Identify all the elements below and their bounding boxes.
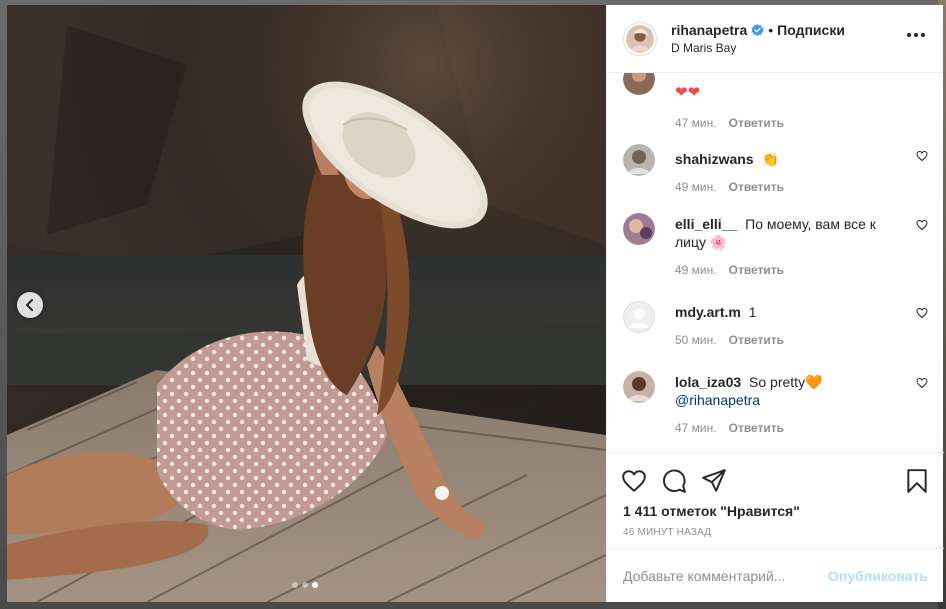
comment-meta: 49 мин. Ответить — [675, 263, 928, 277]
more-icon[interactable] — [907, 33, 925, 37]
header-text: rihanapetra • Подписки D Maris Bay — [671, 22, 845, 55]
author-avatar[interactable] — [623, 21, 657, 56]
comment-text: elli_elli__ По моему, вам все к лицу 🌸 — [675, 213, 895, 251]
chevron-left-icon — [26, 299, 33, 311]
comment-item: shahizwans 👏 49 мин. Ответить — [623, 144, 928, 194]
post-actions: 1 411 отметок "Нравится" 46 МИНУТ НАЗАД … — [607, 452, 944, 602]
comment-input[interactable] — [623, 567, 829, 584]
commenter-avatar[interactable] — [623, 371, 655, 403]
comment-time: 47 мин. — [675, 421, 717, 435]
comment-composer: Опубликовать — [607, 548, 944, 602]
comment-mention-link[interactable]: @rihanapetra — [675, 392, 760, 408]
slide-dot-active — [312, 582, 318, 588]
commenter-avatar[interactable] — [623, 73, 655, 95]
comment-item: elli_elli__ По моему, вам все к лицу 🌸 4… — [623, 213, 928, 277]
reply-button[interactable]: Ответить — [729, 421, 784, 435]
comment-meta: 49 мин. Ответить — [675, 180, 928, 194]
post-modal: rihanapetra • Подписки D Maris Bay ❤❤ 47… — [7, 5, 944, 602]
commenter-avatar[interactable] — [623, 144, 655, 176]
comment-username[interactable]: lola_iza03 — [675, 374, 741, 390]
comment-time: 49 мин. — [675, 180, 717, 194]
publish-comment-button[interactable]: Опубликовать — [828, 568, 928, 584]
comment-content: 1 — [748, 304, 757, 320]
comment-content: So pretty🧡 — [749, 374, 823, 390]
reply-button[interactable]: Ответить — [729, 263, 784, 277]
share-icon[interactable] — [701, 468, 727, 494]
post-header: rihanapetra • Подписки D Maris Bay — [607, 5, 943, 73]
heart-icon[interactable] — [621, 468, 647, 494]
slide-indicator — [292, 582, 318, 588]
reply-button[interactable]: Ответить — [729, 116, 784, 130]
post-location[interactable]: D Maris Bay — [671, 41, 845, 55]
comment-meta: 47 мин. Ответить — [675, 116, 928, 130]
like-comment-heart-icon[interactable] — [916, 150, 928, 162]
header-separator: • — [768, 22, 774, 38]
comment-item: ❤❤ 47 мин. Ответить — [623, 73, 928, 130]
bookmark-icon[interactable] — [904, 468, 930, 494]
author-username[interactable]: rihanapetra — [671, 22, 747, 38]
comment-meta: 50 мин. Ответить — [675, 333, 928, 347]
comment-time: 50 мин. — [675, 333, 717, 347]
comment-icon[interactable] — [661, 468, 687, 494]
verified-badge-icon — [751, 23, 764, 36]
like-comment-heart-icon[interactable] — [916, 377, 928, 389]
comment-text: mdy.art.m 1 — [675, 301, 895, 321]
comment-time: 49 мин. — [675, 263, 717, 277]
comment-time: 47 мин. — [675, 116, 717, 130]
like-comment-heart-icon[interactable] — [916, 219, 928, 231]
comment-username[interactable]: mdy.art.m — [675, 304, 741, 320]
comment-item: mdy.art.m 1 50 мин. Ответить — [623, 301, 928, 347]
comment-text: shahizwans 👏 — [675, 144, 895, 168]
default-avatar[interactable] — [623, 301, 655, 333]
comments-list[interactable]: ❤❤ 47 мин. Ответить shahizwans 👏 49 мин.… — [607, 73, 943, 452]
post-timestamp[interactable]: 46 МИНУТ НАЗАД — [607, 519, 944, 538]
comment-username[interactable]: shahizwans — [675, 151, 754, 167]
post-sidebar: rihanapetra • Подписки D Maris Bay ❤❤ 47… — [606, 5, 944, 602]
comment-hearts: ❤❤ — [675, 84, 701, 101]
comment-text: lola_iza03 So pretty🧡 @rihanapetra — [675, 371, 895, 409]
slide-dot — [302, 582, 308, 588]
author-avatar-image — [626, 24, 654, 53]
slide-dot — [292, 582, 298, 588]
comment-meta: 47 мин. Ответить — [675, 421, 928, 435]
commenter-avatar[interactable] — [623, 213, 655, 245]
reply-button[interactable]: Ответить — [729, 333, 784, 347]
action-icons-row — [607, 453, 944, 499]
comment-content: 👏 — [761, 151, 779, 167]
comment-username[interactable]: elli_elli__ — [675, 216, 737, 232]
follow-status-button[interactable]: Подписки — [777, 22, 845, 38]
like-comment-heart-icon[interactable] — [916, 307, 928, 319]
reply-button[interactable]: Ответить — [729, 180, 784, 194]
comment-item: lola_iza03 So pretty🧡 @rihanapetra 47 ми… — [623, 371, 928, 435]
photo-image — [7, 5, 606, 602]
header-line: rihanapetra • Подписки — [671, 22, 845, 38]
prev-slide-button[interactable] — [17, 292, 43, 318]
likes-count[interactable]: 1 411 отметок "Нравится" — [607, 499, 944, 519]
post-photo[interactable] — [7, 5, 606, 602]
comment-text: ❤❤ — [675, 73, 895, 102]
